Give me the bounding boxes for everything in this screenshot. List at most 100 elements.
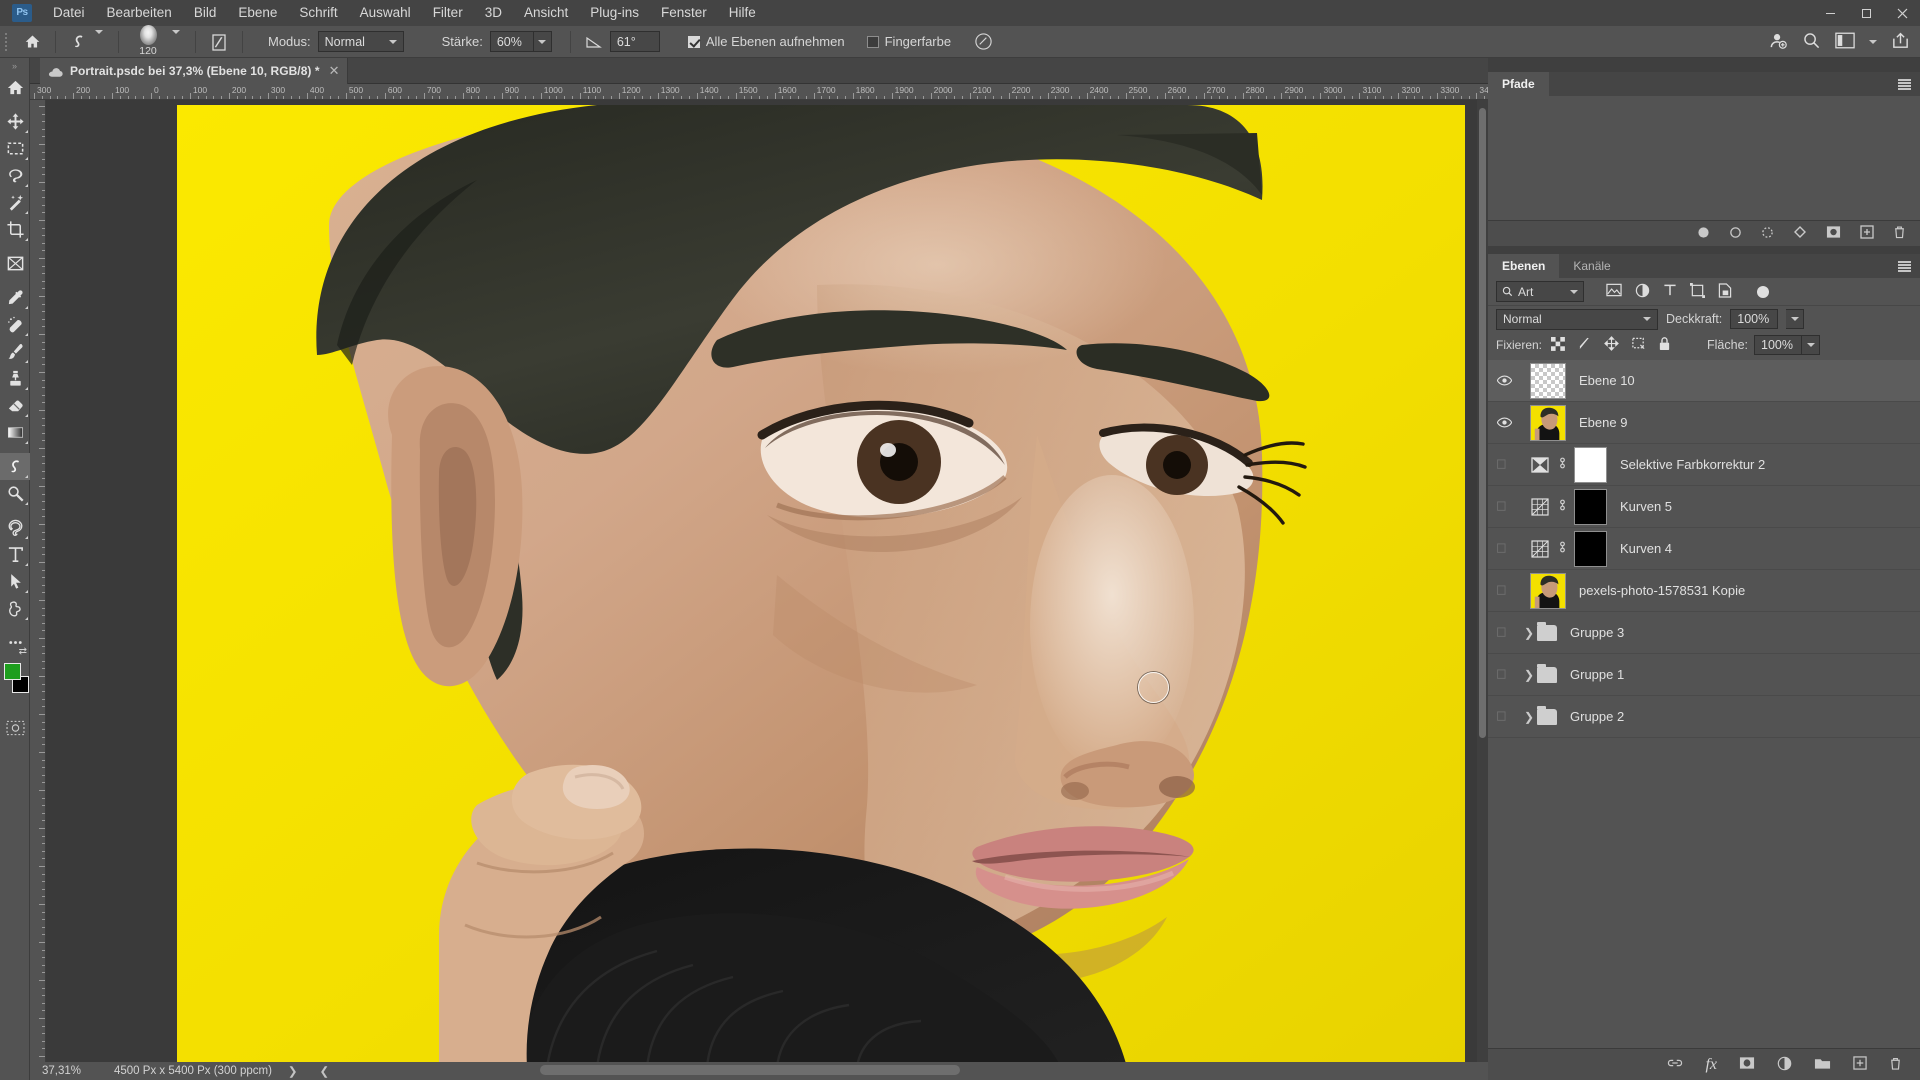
type-tool[interactable]: [0, 541, 30, 568]
menu-item-ansicht[interactable]: Ansicht: [513, 0, 579, 26]
panel-menu-icon[interactable]: [1898, 79, 1911, 90]
menu-item-filter[interactable]: Filter: [422, 0, 474, 26]
layer-name[interactable]: pexels-photo-1578531 Kopie: [1579, 583, 1745, 598]
layer-visibility-toggle[interactable]: [1488, 612, 1521, 654]
layer-row[interactable]: Ebene 10: [1488, 360, 1920, 402]
toolbar-grip[interactable]: »: [0, 58, 29, 74]
curves-adjustment-icon[interactable]: [1529, 538, 1551, 560]
add-layer-mask-icon[interactable]: [1739, 1056, 1755, 1073]
canvas-horizontal-scrollbar[interactable]: [540, 1065, 960, 1075]
home-button[interactable]: [0, 74, 30, 101]
smudge-tool[interactable]: [0, 453, 30, 480]
delete-path-icon[interactable]: [1893, 225, 1906, 242]
user-account-icon[interactable]: [1769, 31, 1788, 53]
layer-thumbnail[interactable]: [1530, 362, 1566, 399]
zoom-level[interactable]: 37,31%: [30, 1065, 102, 1077]
add-layer-mask-icon[interactable]: [1826, 225, 1841, 242]
vertical-ruler[interactable]: [30, 100, 46, 1062]
fill-path-icon[interactable]: [1697, 226, 1710, 242]
opacity-stepper[interactable]: [1786, 309, 1805, 329]
menu-item-hilfe[interactable]: Hilfe: [718, 0, 767, 26]
layer-name[interactable]: Ebene 9: [1579, 415, 1627, 430]
layer-mask-thumbnail[interactable]: [1574, 530, 1607, 567]
group-expand-arrow-icon[interactable]: ❯: [1521, 626, 1537, 640]
dodge-tool[interactable]: [0, 480, 30, 507]
menu-item-auswahl[interactable]: Auswahl: [349, 0, 422, 26]
clone-stamp-tool[interactable]: [0, 365, 30, 392]
fill-input[interactable]: 100%: [1754, 335, 1803, 355]
fill-stepper[interactable]: [1802, 335, 1821, 355]
layer-name[interactable]: Gruppe 1: [1570, 667, 1624, 682]
gradient-tool[interactable]: [0, 419, 30, 446]
scrollbar-thumb[interactable]: [1479, 108, 1486, 738]
close-button[interactable]: [1884, 0, 1920, 26]
paths-list[interactable]: [1488, 96, 1920, 216]
layer-style-fx-icon[interactable]: fx: [1705, 1056, 1717, 1074]
menu-item-ebene[interactable]: Ebene: [227, 0, 288, 26]
lock-all-icon[interactable]: [1658, 336, 1671, 354]
layer-name[interactable]: Gruppe 2: [1570, 709, 1624, 724]
horizontal-ruler[interactable]: 300 200 100 0 100 200 300 400 500 600 700 800 900 100…: [30, 84, 1488, 100]
layer-thumbnail[interactable]: [1530, 404, 1566, 441]
link-mask-icon[interactable]: [1556, 456, 1569, 473]
layer-visibility-toggle[interactable]: [1488, 570, 1521, 612]
new-adjustment-layer-icon[interactable]: [1777, 1056, 1792, 1074]
brush-tool[interactable]: [0, 338, 30, 365]
layer-visibility-toggle[interactable]: [1488, 696, 1521, 738]
menu-item-schrift[interactable]: Schrift: [288, 0, 348, 26]
options-bar-grip[interactable]: [0, 26, 12, 58]
blend-mode-select[interactable]: Normal: [317, 31, 404, 52]
filter-smartobject-icon[interactable]: [1718, 282, 1732, 301]
pen-tool[interactable]: [0, 514, 30, 541]
menu-item-3d[interactable]: 3D: [474, 0, 513, 26]
new-layer-icon[interactable]: [1853, 1056, 1867, 1073]
opacity-input[interactable]: 100%: [1730, 309, 1779, 329]
artboard[interactable]: [177, 105, 1465, 1062]
menu-item-bearbeiten[interactable]: Bearbeiten: [96, 0, 183, 26]
new-group-icon[interactable]: [1814, 1056, 1831, 1073]
tab-pfade[interactable]: Pfade: [1488, 72, 1549, 96]
tab-ebenen[interactable]: Ebenen: [1488, 254, 1560, 278]
filter-type-icon[interactable]: [1663, 283, 1677, 300]
layer-name[interactable]: Ebene 10: [1579, 373, 1635, 388]
filter-kind-select[interactable]: Art: [1496, 281, 1584, 302]
layer-name[interactable]: Kurven 5: [1620, 499, 1672, 514]
link-mask-icon[interactable]: [1556, 498, 1569, 515]
layer-thumbnail[interactable]: [1530, 572, 1566, 609]
selective-color-adjustment-icon[interactable]: [1529, 454, 1551, 476]
shape-tool[interactable]: [0, 595, 30, 622]
layer-visibility-toggle[interactable]: [1488, 486, 1521, 528]
menu-item-plug-ins[interactable]: Plug-ins: [579, 0, 650, 26]
layer-name[interactable]: Selektive Farbkorrektur 2: [1620, 457, 1765, 472]
filter-toggle-switch[interactable]: [1757, 285, 1769, 298]
brush-settings-icon[interactable]: [203, 28, 235, 56]
angle-input[interactable]: 61°: [609, 31, 660, 52]
filter-shape-icon[interactable]: [1690, 282, 1705, 301]
link-mask-icon[interactable]: [1556, 540, 1569, 557]
delete-layer-icon[interactable]: [1889, 1056, 1902, 1074]
sample-all-layers-checkbox[interactable]: Alle Ebenen aufnehmen: [687, 34, 845, 49]
layer-row[interactable]: Kurven 5: [1488, 486, 1920, 528]
filter-adjustment-icon[interactable]: [1635, 283, 1650, 301]
group-expand-arrow-icon[interactable]: ❯: [1521, 710, 1537, 724]
layer-row[interactable]: Kurven 4: [1488, 528, 1920, 570]
smudge-tool-icon[interactable]: [63, 28, 95, 56]
layer-mask-thumbnail[interactable]: [1574, 488, 1607, 525]
tool-preset-chevron-icon[interactable]: [95, 30, 103, 49]
make-work-path-icon[interactable]: [1793, 225, 1807, 242]
layer-visibility-toggle[interactable]: [1488, 528, 1521, 570]
lock-image-pixels-icon[interactable]: [1577, 336, 1592, 354]
canvas-vertical-scrollbar[interactable]: [1477, 100, 1488, 1062]
link-layers-icon[interactable]: [1667, 1057, 1683, 1072]
eyedropper-tool[interactable]: [0, 284, 30, 311]
quick-mask-icon[interactable]: [0, 714, 30, 741]
layer-visibility-toggle[interactable]: [1488, 360, 1521, 402]
eraser-tool[interactable]: [0, 392, 30, 419]
stroke-path-icon[interactable]: [1729, 226, 1742, 242]
brush-preset-picker[interactable]: 120: [126, 24, 170, 57]
layer-name[interactable]: Kurven 4: [1620, 541, 1672, 556]
foreground-color-swatch[interactable]: [4, 663, 21, 680]
lock-artboard-nesting-icon[interactable]: [1631, 336, 1646, 354]
layer-visibility-toggle[interactable]: [1488, 402, 1521, 444]
chevron-left-icon[interactable]: ❮: [320, 1064, 330, 1078]
